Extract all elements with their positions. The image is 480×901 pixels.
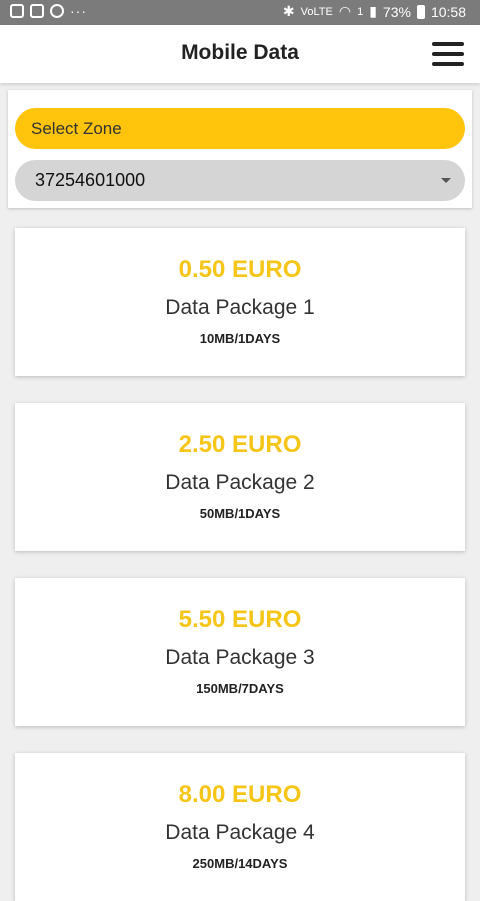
package-detail: 150MB/7DAYS [196, 681, 284, 696]
phone-number-select[interactable]: 37254601000 [15, 160, 465, 201]
package-price: 2.50 EURO [178, 431, 302, 458]
phone-number-value: 37254601000 [35, 170, 146, 190]
package-price: 8.00 EURO [178, 781, 302, 808]
instagram-icon [30, 4, 44, 18]
package-card-4[interactable]: 8.00 EURO Data Package 4 250MB/14DAYS [15, 753, 465, 901]
volte-label: VoLTE [300, 5, 333, 18]
battery-percent: 73% [382, 3, 411, 20]
package-price: 5.50 EURO [178, 606, 302, 633]
app-header: Mobile Data [0, 25, 480, 83]
package-name: Data Package 2 [165, 471, 315, 494]
package-detail: 50MB/1DAYS [199, 506, 281, 521]
package-name: Data Package 1 [165, 296, 315, 319]
package-detail: 250MB/14DAYS [192, 856, 288, 871]
package-card-2[interactable]: 2.50 EURO Data Package 2 50MB/1DAYS [15, 403, 465, 551]
page-title: Mobile Data [181, 41, 299, 64]
battery-icon [416, 4, 425, 19]
wifi-icon: ◠ [338, 3, 352, 19]
package-detail: 10MB/1DAYS [199, 331, 281, 346]
more-notifications: ··· [70, 3, 87, 19]
whatsapp-icon [50, 4, 64, 18]
bluetooth-icon: ✱ [282, 3, 295, 19]
zone-selection-card: Select Zone 37254601000 [8, 90, 472, 208]
hamburger-menu-icon[interactable] [432, 42, 464, 66]
select-zone-button[interactable]: Select Zone [15, 108, 465, 149]
package-name: Data Package 3 [165, 646, 315, 669]
clock: 10:58 [430, 3, 466, 20]
image-icon [10, 4, 24, 18]
status-bar: ··· ✱ VoLTE ◠ 1 ▮ 73% 10:58 [0, 0, 480, 25]
sim-indicator: 1 [357, 5, 364, 18]
package-card-3[interactable]: 5.50 EURO Data Package 3 150MB/7DAYS [15, 578, 465, 726]
package-name: Data Package 4 [165, 821, 315, 844]
package-card-1[interactable]: 0.50 EURO Data Package 1 10MB/1DAYS [15, 228, 465, 376]
signal-icon: ▮ [369, 3, 377, 19]
package-price: 0.50 EURO [178, 256, 302, 283]
dropdown-caret-icon [441, 178, 451, 183]
